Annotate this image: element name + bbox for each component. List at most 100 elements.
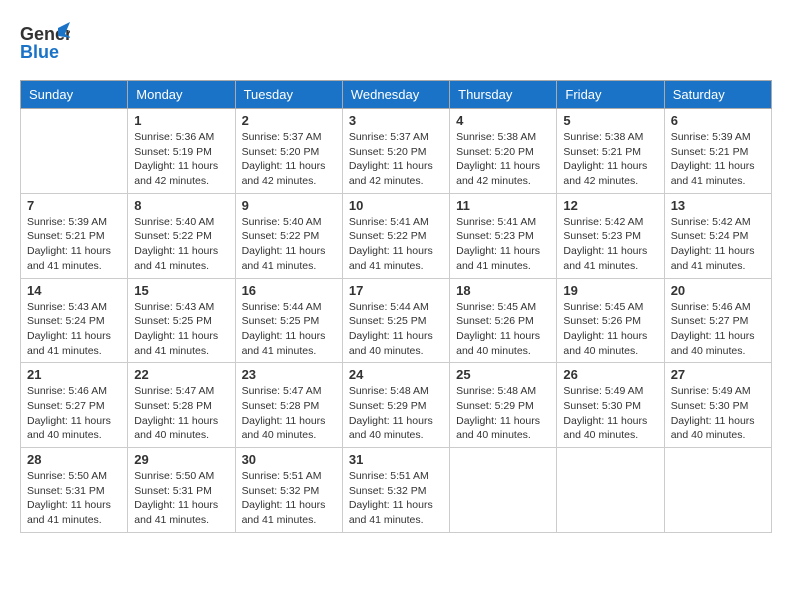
calendar-cell: 6Sunrise: 5:39 AMSunset: 5:21 PMDaylight… <box>664 109 771 194</box>
calendar-cell: 4 Sunrise: 5:38 AMSunset: 5:20 PMDaylight… <box>450 109 557 194</box>
svg-text:Blue: Blue <box>20 42 59 62</box>
cell-day-number: 8 <box>134 198 228 213</box>
cell-solar-info: Sunrise: 5:43 AMSunset: 5:25 PMDaylight:… <box>134 300 228 359</box>
calendar-cell: 15 Sunrise: 5:43 AMSunset: 5:25 PMDayligh… <box>128 278 235 363</box>
calendar-cell: 11 Sunrise: 5:41 AMSunset: 5:23 PMDayligh… <box>450 193 557 278</box>
cell-solar-info: Sunrise: 5:39 AMSunset: 5:21 PMDaylight:… <box>27 215 121 274</box>
weekday-header-row: SundayMondayTuesdayWednesdayThursdayFrid… <box>21 81 772 109</box>
cell-solar-info: Sunrise: 5:49 AMSunset: 5:30 PMDaylight:… <box>671 384 765 443</box>
cell-solar-info: Sunrise: 5:42 AMSunset: 5:24 PMDaylight:… <box>671 215 765 274</box>
calendar-cell: 14 Sunrise: 5:43 AMSunset: 5:24 PMDayligh… <box>21 278 128 363</box>
cell-day-number: 26 <box>563 367 657 382</box>
weekday-header-tuesday: Tuesday <box>235 81 342 109</box>
cell-day-number: 15 <box>134 283 228 298</box>
cell-day-number: 29 <box>134 452 228 467</box>
cell-day-number: 7 <box>27 198 121 213</box>
cell-day-number: 5 <box>563 113 657 128</box>
cell-solar-info: Sunrise: 5:42 AMSunset: 5:23 PMDaylight:… <box>563 215 657 274</box>
cell-solar-info: Sunrise: 5:36 AMSunset: 5:19 PMDaylight:… <box>134 130 228 189</box>
week-row-2: 7 Sunrise: 5:39 AMSunset: 5:21 PMDaylight… <box>21 193 772 278</box>
calendar-cell <box>664 448 771 533</box>
calendar-cell: 29 Sunrise: 5:50 AMSunset: 5:31 PMDayligh… <box>128 448 235 533</box>
calendar-cell: 19 Sunrise: 5:45 AMSunset: 5:26 PMDayligh… <box>557 278 664 363</box>
cell-solar-info: Sunrise: 5:40 AMSunset: 5:22 PMDaylight:… <box>242 215 336 274</box>
cell-solar-info: Sunrise: 5:46 AMSunset: 5:27 PMDaylight:… <box>671 300 765 359</box>
cell-solar-info: Sunrise: 5:51 AMSunset: 5:32 PMDaylight:… <box>242 469 336 528</box>
logo-icon: General Blue <box>20 20 70 70</box>
cell-solar-info: Sunrise: 5:48 AMSunset: 5:29 PMDaylight:… <box>456 384 550 443</box>
cell-solar-info: Sunrise: 5:38 AMSunset: 5:20 PMDaylight:… <box>456 130 550 189</box>
calendar-cell: 13 Sunrise: 5:42 AMSunset: 5:24 PMDayligh… <box>664 193 771 278</box>
cell-day-number: 24 <box>349 367 443 382</box>
calendar-cell: 20 Sunrise: 5:46 AMSunset: 5:27 PMDayligh… <box>664 278 771 363</box>
cell-day-number: 14 <box>27 283 121 298</box>
calendar-table: SundayMondayTuesdayWednesdayThursdayFrid… <box>20 80 772 533</box>
cell-day-number: 16 <box>242 283 336 298</box>
cell-solar-info: Sunrise: 5:37 AMSunset: 5:20 PMDaylight:… <box>242 130 336 189</box>
cell-day-number: 28 <box>27 452 121 467</box>
calendar-cell: 2 Sunrise: 5:37 AMSunset: 5:20 PMDaylight… <box>235 109 342 194</box>
calendar-cell: 23 Sunrise: 5:47 AMSunset: 5:28 PMDayligh… <box>235 363 342 448</box>
cell-solar-info: Sunrise: 5:43 AMSunset: 5:24 PMDaylight:… <box>27 300 121 359</box>
cell-solar-info: Sunrise: 5:41 AMSunset: 5:23 PMDaylight:… <box>456 215 550 274</box>
cell-day-number: 13 <box>671 198 765 213</box>
cell-solar-info: Sunrise: 5:44 AMSunset: 5:25 PMDaylight:… <box>242 300 336 359</box>
cell-solar-info: Sunrise: 5:45 AMSunset: 5:26 PMDaylight:… <box>563 300 657 359</box>
calendar-cell: 5 Sunrise: 5:38 AMSunset: 5:21 PMDaylight… <box>557 109 664 194</box>
cell-solar-info: Sunrise: 5:38 AMSunset: 5:21 PMDaylight:… <box>563 130 657 189</box>
weekday-header-wednesday: Wednesday <box>342 81 449 109</box>
cell-solar-info: Sunrise: 5:39 AMSunset: 5:21 PMDaylight:… <box>671 130 765 189</box>
calendar-cell <box>21 109 128 194</box>
cell-day-number: 10 <box>349 198 443 213</box>
cell-day-number: 9 <box>242 198 336 213</box>
cell-day-number: 11 <box>456 198 550 213</box>
cell-day-number: 4 <box>456 113 550 128</box>
calendar-cell: 16 Sunrise: 5:44 AMSunset: 5:25 PMDayligh… <box>235 278 342 363</box>
calendar-cell: 3 Sunrise: 5:37 AMSunset: 5:20 PMDaylight… <box>342 109 449 194</box>
cell-day-number: 18 <box>456 283 550 298</box>
header: General Blue <box>20 20 772 70</box>
cell-day-number: 21 <box>27 367 121 382</box>
cell-day-number: 20 <box>671 283 765 298</box>
calendar-cell: 24Sunrise: 5:48 AMSunset: 5:29 PMDayligh… <box>342 363 449 448</box>
cell-solar-info: Sunrise: 5:47 AMSunset: 5:28 PMDaylight:… <box>242 384 336 443</box>
cell-day-number: 23 <box>242 367 336 382</box>
week-row-1: 1 Sunrise: 5:36 AMSunset: 5:19 PMDaylight… <box>21 109 772 194</box>
calendar-cell: 12Sunrise: 5:42 AMSunset: 5:23 PMDayligh… <box>557 193 664 278</box>
cell-day-number: 22 <box>134 367 228 382</box>
weekday-header-sunday: Sunday <box>21 81 128 109</box>
week-row-5: 28 Sunrise: 5:50 AMSunset: 5:31 PMDayligh… <box>21 448 772 533</box>
cell-solar-info: Sunrise: 5:46 AMSunset: 5:27 PMDaylight:… <box>27 384 121 443</box>
cell-solar-info: Sunrise: 5:41 AMSunset: 5:22 PMDaylight:… <box>349 215 443 274</box>
cell-day-number: 27 <box>671 367 765 382</box>
cell-solar-info: Sunrise: 5:50 AMSunset: 5:31 PMDaylight:… <box>27 469 121 528</box>
cell-solar-info: Sunrise: 5:40 AMSunset: 5:22 PMDaylight:… <box>134 215 228 274</box>
calendar-cell: 9 Sunrise: 5:40 AMSunset: 5:22 PMDaylight… <box>235 193 342 278</box>
calendar-cell: 22 Sunrise: 5:47 AMSunset: 5:28 PMDayligh… <box>128 363 235 448</box>
calendar-cell: 30Sunrise: 5:51 AMSunset: 5:32 PMDayligh… <box>235 448 342 533</box>
calendar-cell: 27 Sunrise: 5:49 AMSunset: 5:30 PMDayligh… <box>664 363 771 448</box>
cell-solar-info: Sunrise: 5:50 AMSunset: 5:31 PMDaylight:… <box>134 469 228 528</box>
cell-day-number: 3 <box>349 113 443 128</box>
calendar-cell: 8 Sunrise: 5:40 AMSunset: 5:22 PMDaylight… <box>128 193 235 278</box>
calendar-cell: 7 Sunrise: 5:39 AMSunset: 5:21 PMDaylight… <box>21 193 128 278</box>
cell-day-number: 25 <box>456 367 550 382</box>
weekday-header-saturday: Saturday <box>664 81 771 109</box>
cell-day-number: 2 <box>242 113 336 128</box>
page-container: General Blue SundayMondayTuesdayWednesda… <box>20 20 772 533</box>
weekday-header-monday: Monday <box>128 81 235 109</box>
logo: General Blue <box>20 20 70 70</box>
calendar-cell: 1 Sunrise: 5:36 AMSunset: 5:19 PMDaylight… <box>128 109 235 194</box>
calendar-cell <box>450 448 557 533</box>
cell-solar-info: Sunrise: 5:37 AMSunset: 5:20 PMDaylight:… <box>349 130 443 189</box>
cell-day-number: 19 <box>563 283 657 298</box>
cell-day-number: 1 <box>134 113 228 128</box>
cell-solar-info: Sunrise: 5:47 AMSunset: 5:28 PMDaylight:… <box>134 384 228 443</box>
cell-day-number: 31 <box>349 452 443 467</box>
calendar-cell: 10 Sunrise: 5:41 AMSunset: 5:22 PMDayligh… <box>342 193 449 278</box>
calendar-cell: 26Sunrise: 5:49 AMSunset: 5:30 PMDayligh… <box>557 363 664 448</box>
weekday-header-friday: Friday <box>557 81 664 109</box>
week-row-4: 21 Sunrise: 5:46 AMSunset: 5:27 PMDayligh… <box>21 363 772 448</box>
calendar-cell: 31Sunrise: 5:51 AMSunset: 5:32 PMDayligh… <box>342 448 449 533</box>
week-row-3: 14 Sunrise: 5:43 AMSunset: 5:24 PMDayligh… <box>21 278 772 363</box>
